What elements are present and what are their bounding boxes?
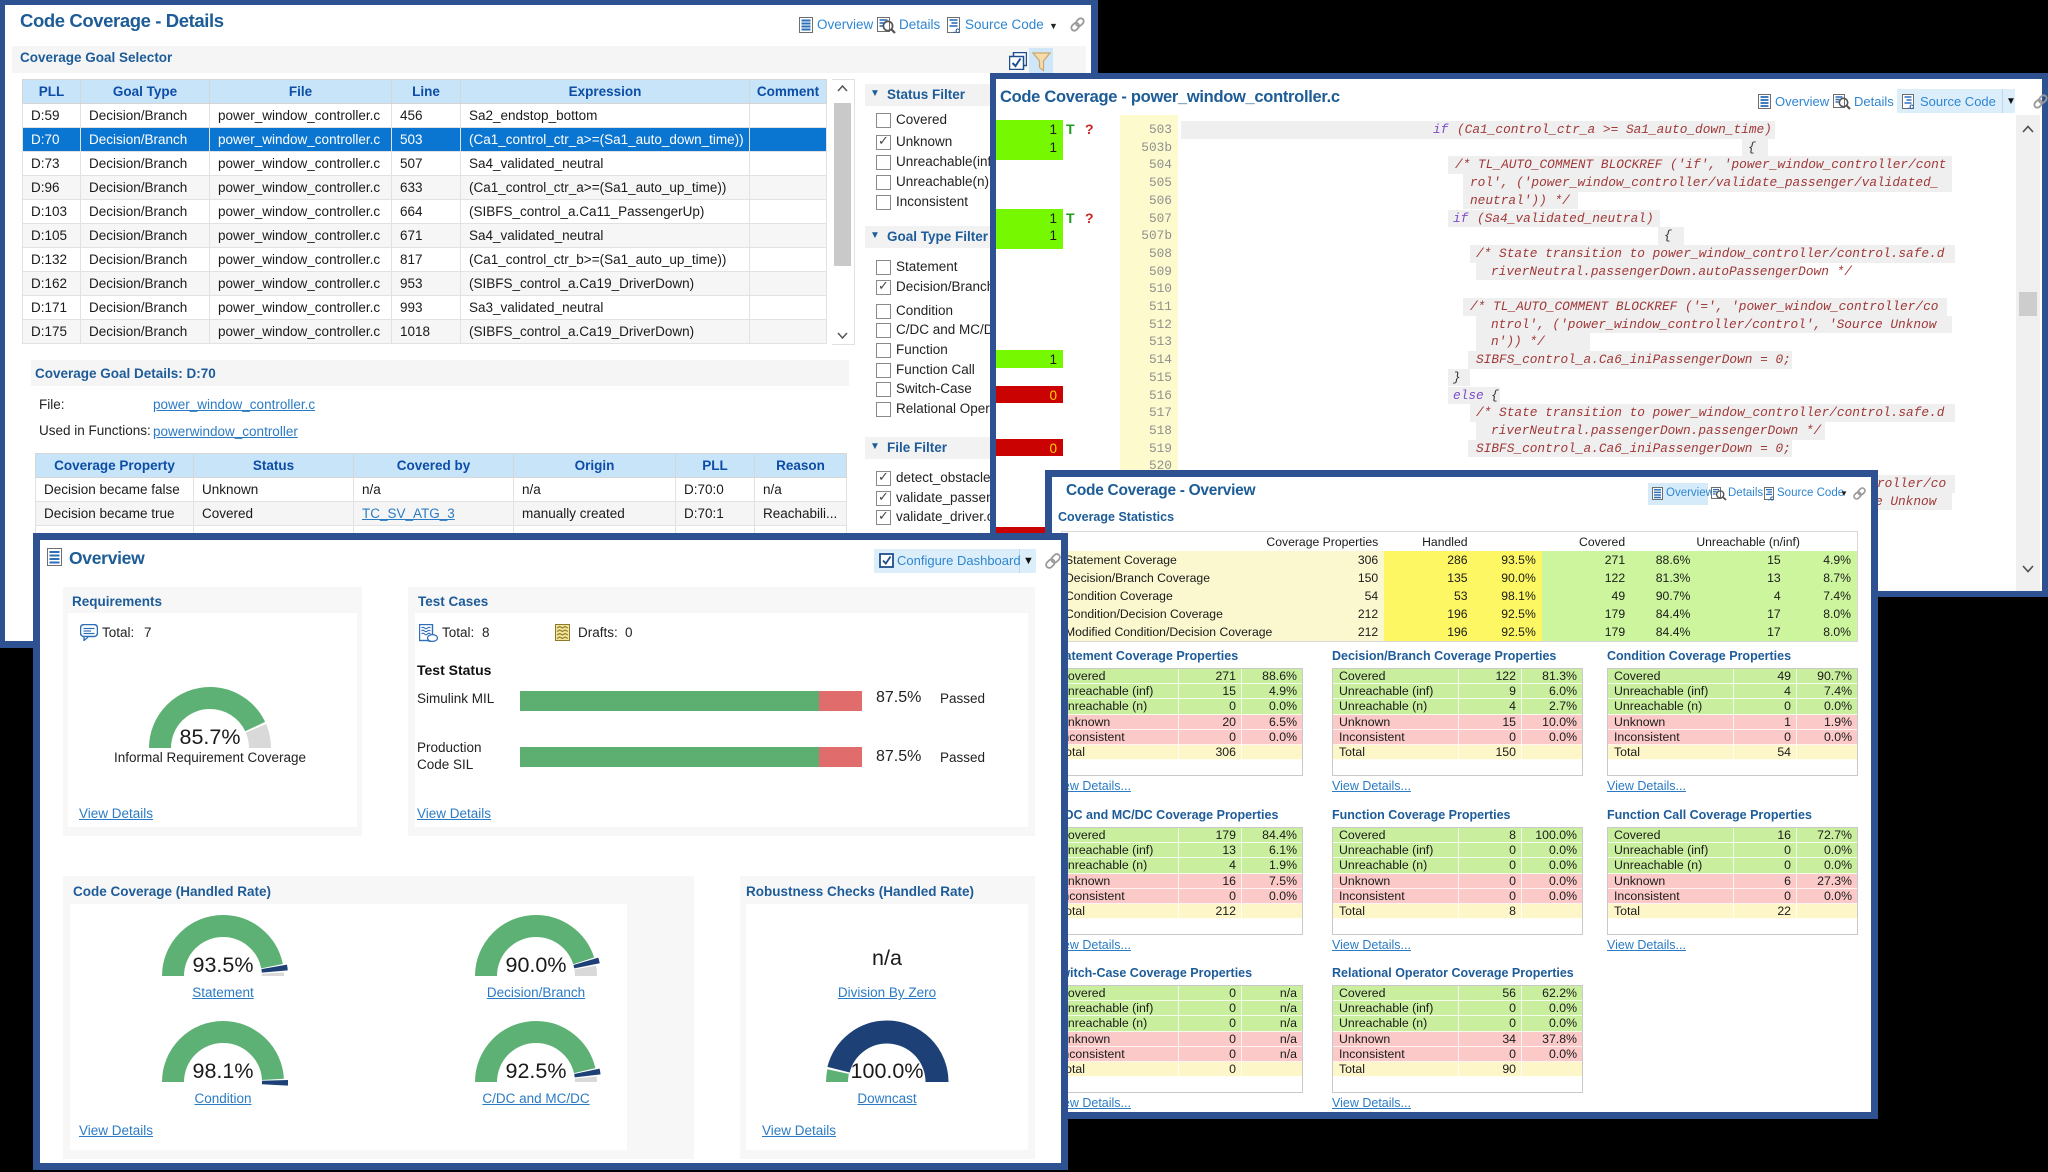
- svg-text:100.0%: 100.0%: [851, 1059, 924, 1083]
- svg-text:.c: .c: [1768, 496, 1774, 502]
- svg-text:85.7%: 85.7%: [180, 725, 241, 749]
- svg-text:93.5%: 93.5%: [193, 953, 254, 977]
- svg-text:.c: .c: [953, 26, 960, 34]
- svg-text:.c: .c: [1907, 102, 1914, 110]
- svg-text:90.0%: 90.0%: [506, 953, 567, 977]
- svg-text:92.5%: 92.5%: [506, 1059, 567, 1083]
- svg-text:98.1%: 98.1%: [193, 1059, 254, 1083]
